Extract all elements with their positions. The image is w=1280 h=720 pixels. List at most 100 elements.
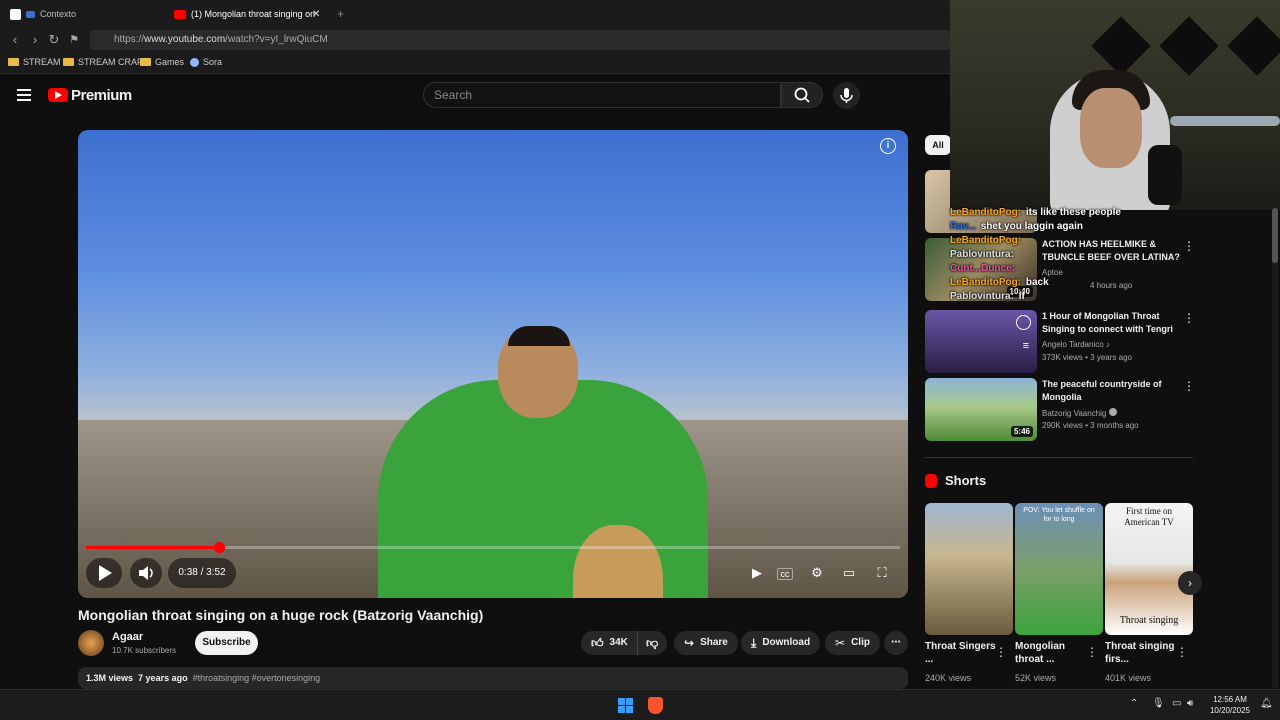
scrubber-handle[interactable] — [213, 542, 225, 553]
play-icon — [99, 565, 112, 581]
reload-icon[interactable]: ↻ — [46, 32, 62, 48]
notifications-icon[interactable]: 🔔︎ — [1260, 698, 1273, 709]
share-button[interactable]: ↪ Share — [674, 631, 738, 655]
scrollbar-thumb[interactable] — [1272, 208, 1278, 263]
chat-message: Rav... shet you laggin again — [950, 221, 1083, 232]
short-thumbnail[interactable] — [925, 503, 1013, 635]
hashtags[interactable]: #throatsinging #overtonesinging — [193, 673, 321, 683]
short-thumbnail[interactable]: First time on American TV Throat singing — [1105, 503, 1193, 635]
windows-start-icon[interactable] — [618, 698, 633, 713]
clock-time: 12:56 AM — [1213, 695, 1247, 704]
shorts-next-button[interactable]: › — [1178, 571, 1202, 595]
tab-contexto[interactable]: Contexto — [10, 4, 76, 24]
autoplay-toggle-icon[interactable]: ▶ — [748, 564, 766, 582]
speaker-icon[interactable]: 🔊︎ — [1187, 698, 1193, 709]
recommendation-title[interactable]: The peaceful countryside of Mongolia — [1042, 378, 1182, 404]
back-icon[interactable]: ‹ — [7, 32, 23, 48]
scissors-icon: ✂ — [835, 636, 846, 650]
network-icon[interactable]: ▭ — [1172, 698, 1181, 709]
short-title[interactable]: Throat singing firs... — [1105, 640, 1180, 666]
bookmark-stream[interactable]: STREAM — [8, 57, 61, 67]
more-icon[interactable]: ⋮ — [995, 645, 1007, 659]
recommendation-meta: 290K views • 3 months ago — [1042, 421, 1139, 430]
recommendation-channel[interactable]: Angelo Tardanico ♪ — [1042, 340, 1110, 349]
settings-icon[interactable]: ⚙ — [808, 564, 826, 582]
acoustic-panel — [1159, 16, 1219, 76]
subscribe-button[interactable]: Subscribe — [195, 631, 258, 655]
short-title[interactable]: Mongolian throat ... — [1015, 640, 1090, 666]
chip-all[interactable]: All — [925, 135, 951, 155]
play-button[interactable] — [86, 558, 122, 588]
bookmark-label: Sora — [203, 57, 223, 67]
chat-user: LeBanditoPog: — [950, 207, 1022, 218]
bookmark-stream-crap[interactable]: STREAM CRAP — [63, 57, 143, 67]
upload-age: 7 years ago — [138, 673, 188, 683]
forward-icon[interactable]: › — [27, 32, 43, 48]
tab-youtube[interactable]: (1) Mongolian throat singing on — [174, 4, 315, 24]
window-icon — [26, 10, 35, 18]
shorts-header: Shorts — [925, 473, 986, 488]
short-title[interactable]: Throat Singers ... — [925, 640, 1000, 666]
download-button[interactable]: ⤓ Download — [741, 631, 821, 655]
recommendation-title[interactable]: 1 Hour of Mongolian Throat Singing to co… — [1042, 310, 1182, 336]
search-icon — [794, 87, 810, 103]
search-input[interactable]: Search — [423, 82, 781, 108]
short-views: 52K views — [1015, 673, 1057, 683]
thumbs-down-icon: 👎︎ — [646, 636, 659, 650]
video-player[interactable]: i 0:38 / 3:52 ▶ cc ⚙ ▭ ⛶ — [78, 130, 908, 598]
more-icon[interactable]: ⋮ — [1183, 311, 1195, 325]
folder-icon — [140, 58, 151, 66]
browser-tab-bar: Contexto (1) Mongolian throat singing on… — [0, 0, 950, 28]
chat-text: lf — [1018, 291, 1025, 302]
url-host: www.youtube.com — [144, 34, 226, 45]
watch-later-icon[interactable] — [1016, 315, 1031, 330]
volume-button[interactable] — [130, 558, 162, 588]
progress-bar[interactable] — [86, 542, 900, 553]
captions-icon[interactable]: cc — [777, 568, 793, 580]
like-button[interactable]: 👍︎ 34K — [581, 631, 637, 655]
voice-search-button[interactable] — [833, 82, 860, 109]
new-tab-icon[interactable]: + — [337, 4, 344, 24]
bookmark-sora[interactable]: Sora — [190, 57, 222, 67]
fullscreen-icon[interactable]: ⛶ — [873, 564, 891, 582]
more-icon: ⋯ — [891, 637, 901, 648]
youtube-logo-icon[interactable] — [48, 88, 68, 102]
recommendation-thumbnail[interactable]: ≡ — [925, 310, 1037, 373]
short-thumbnail[interactable]: POV: You let shuffle on for to long — [1015, 503, 1103, 635]
acoustic-panel — [1091, 16, 1151, 76]
system-clock[interactable]: 12:56 AM 10/20/2025 — [1204, 694, 1256, 716]
page-scrollbar[interactable] — [1272, 208, 1278, 688]
short-overlay-text: POV: You let shuffle on for to long — [1023, 507, 1095, 523]
tray-chevron-icon[interactable]: ⌃ — [1130, 698, 1138, 709]
more-icon[interactable]: ⋮ — [1176, 645, 1188, 659]
clip-button[interactable]: ✂ Clip — [825, 631, 880, 655]
menu-icon[interactable] — [17, 89, 31, 101]
search-button[interactable] — [781, 82, 823, 108]
bookmark-icon[interactable]: ⚑ — [66, 32, 82, 48]
add-to-queue-icon[interactable]: ≡ — [1023, 340, 1029, 352]
share-label: Share — [700, 637, 728, 648]
brave-browser-icon[interactable] — [648, 697, 663, 714]
more-icon[interactable]: ⋮ — [1086, 645, 1098, 659]
channel-label: Batzorig Vaanchig — [1042, 409, 1107, 418]
bookmark-games[interactable]: Games — [140, 57, 184, 67]
dislike-button[interactable]: 👎︎ — [637, 631, 667, 655]
description-box[interactable]: 1.3M views 7 years ago #throatsinging #o… — [78, 667, 908, 689]
channel-avatar[interactable] — [78, 630, 104, 656]
duration-badge: 5:46 — [1010, 426, 1033, 437]
microphone-tray-icon[interactable]: 🎙︎ — [1152, 698, 1165, 709]
address-bar[interactable]: https://www.youtube.com/watch?v=yI_lrwQi… — [90, 30, 950, 50]
chat-message: Cunt...Dunce: — [950, 263, 1017, 274]
info-icon[interactable]: i — [880, 138, 896, 154]
close-tab-icon[interactable]: ✕ — [312, 4, 320, 24]
channel-name[interactable]: Agaar — [112, 631, 143, 643]
theater-mode-icon[interactable]: ▭ — [840, 564, 858, 582]
thumbs-up-icon: 👍︎ — [591, 636, 604, 650]
recommendation-channel[interactable]: Batzorig Vaanchig — [1042, 408, 1117, 418]
shorts-heading: Shorts — [945, 473, 987, 488]
more-icon[interactable]: ⋮ — [1183, 379, 1195, 393]
volume-icon — [139, 566, 153, 580]
recommendation-thumbnail[interactable]: 5:46 — [925, 378, 1037, 441]
verified-icon — [1108, 408, 1117, 416]
more-actions-button[interactable]: ⋯ — [884, 631, 908, 655]
